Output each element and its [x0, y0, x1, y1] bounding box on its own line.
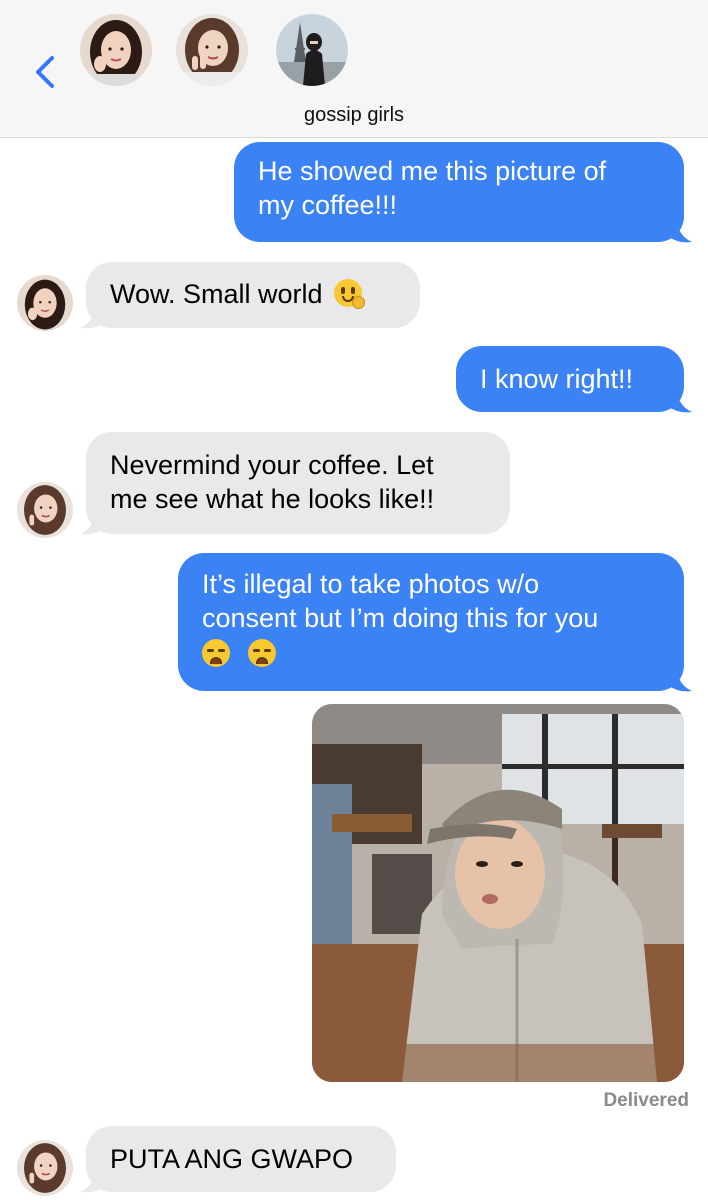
- conversation-header: gossip girls: [0, 0, 708, 138]
- message-text: Wow. Small world: [110, 279, 323, 309]
- sender-avatar[interactable]: [17, 482, 73, 538]
- message-line: my coffee!!!: [258, 190, 398, 220]
- participant-avatar-2[interactable]: [176, 14, 248, 86]
- received-message-bubble[interactable]: Nevermind your coffee. Let me see what h…: [86, 432, 510, 534]
- participant-avatar-3[interactable]: [276, 14, 348, 86]
- message-line: Nevermind your coffee. Let: [110, 450, 434, 480]
- emoji-row: [202, 637, 660, 671]
- received-message-bubble[interactable]: PUTA ANG GWAPO: [86, 1126, 396, 1192]
- sent-photo-attachment[interactable]: [312, 704, 684, 1082]
- back-chevron-icon[interactable]: [28, 52, 64, 92]
- shushing-face-icon: [334, 279, 366, 309]
- bubble-tail: [668, 388, 692, 413]
- message-line: consent but I’m doing this for you: [202, 603, 599, 633]
- message-line: He showed me this picture of: [258, 156, 607, 186]
- weary-face-icon: [202, 639, 230, 667]
- participant-avatar-1[interactable]: [80, 14, 152, 86]
- delivery-status: Delivered: [603, 1090, 689, 1111]
- sent-message-bubble[interactable]: It’s illegal to take photos w/o consent …: [178, 553, 684, 691]
- bubble-tail: [80, 1168, 104, 1193]
- group-name[interactable]: gossip girls: [0, 104, 708, 127]
- weary-face-icon: [247, 639, 276, 667]
- sent-message-bubble[interactable]: He showed me this picture of my coffee!!…: [234, 142, 684, 242]
- message-line: It’s illegal to take photos w/o: [202, 569, 540, 599]
- bubble-tail: [668, 218, 692, 243]
- sent-message-bubble[interactable]: I know right!!: [456, 346, 684, 412]
- bubble-tail: [668, 667, 692, 692]
- message-line: me see what he looks like!!: [110, 484, 435, 514]
- bubble-tail: [80, 304, 104, 329]
- message-text: PUTA ANG GWAPO: [110, 1144, 354, 1174]
- bubble-tail: [80, 510, 104, 535]
- sender-avatar[interactable]: [17, 1140, 73, 1196]
- sender-avatar[interactable]: [17, 275, 73, 331]
- man-in-hoodie-cafe-photo: [312, 704, 684, 1082]
- received-message-bubble[interactable]: Wow. Small world: [86, 262, 420, 328]
- message-text: I know right!!: [480, 364, 634, 394]
